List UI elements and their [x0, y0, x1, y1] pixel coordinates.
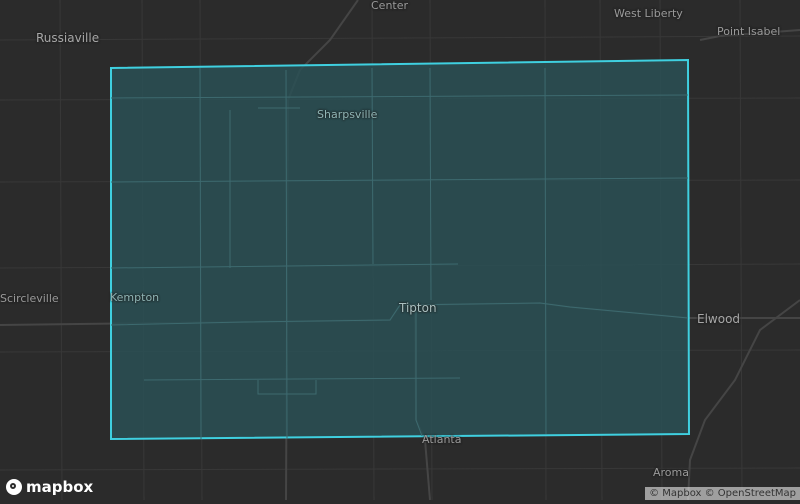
map-svg — [0, 0, 800, 501]
map-attribution[interactable]: © Mapbox © OpenStreetMap — [645, 487, 800, 500]
place-west-liberty: West Liberty — [614, 7, 683, 20]
place-scircleville: Scircleville — [0, 292, 59, 305]
mapbox-logo[interactable]: mapbox — [6, 478, 93, 496]
mapbox-logo-icon — [6, 479, 22, 495]
place-center: Center — [371, 0, 409, 12]
place-russiaville: Russiaville — [36, 31, 100, 45]
highlighted-area[interactable] — [110, 58, 691, 441]
place-sharpsville: Sharpsville — [317, 108, 378, 121]
place-elwood: Elwood — [697, 312, 741, 326]
map-canvas[interactable] — [0, 0, 800, 501]
place-point-isabel: Point Isabel — [717, 25, 781, 38]
place-atlanta: Atlanta — [422, 433, 462, 446]
place-tipton: Tipton — [399, 301, 437, 315]
place-aroma: Aroma — [653, 466, 689, 479]
mapbox-logo-label: mapbox — [26, 478, 94, 496]
place-kempton: Kempton — [110, 291, 160, 304]
